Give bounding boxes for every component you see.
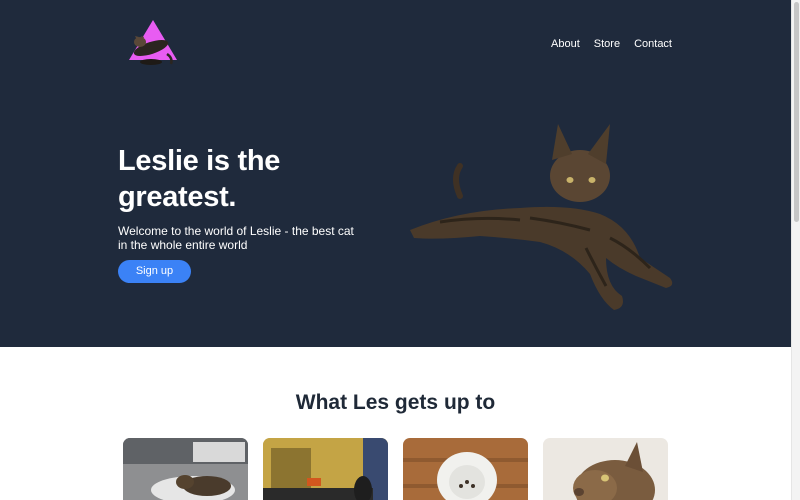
- nav-link-contact[interactable]: Contact: [634, 37, 672, 51]
- top-nav: About Store Contact: [551, 37, 672, 51]
- activity-card-sleeping[interactable]: [123, 438, 248, 500]
- hero-section: About Store Contact Leslie is the greate…: [0, 0, 791, 347]
- activity-card-window[interactable]: [263, 438, 388, 500]
- section-title: What Les gets up to: [295, 391, 496, 414]
- nav-link-about[interactable]: About: [551, 37, 580, 51]
- scrollbar-thumb[interactable]: [794, 2, 799, 222]
- sign-up-button[interactable]: Sign up: [118, 260, 191, 283]
- activity-card-portrait[interactable]: [543, 438, 668, 500]
- hero-subtitle: Welcome to the world of Leslie - the bes…: [118, 224, 354, 252]
- page-scrollbar[interactable]: [791, 0, 800, 500]
- activity-card-food[interactable]: [403, 438, 528, 500]
- logo-icon[interactable]: [127, 18, 179, 70]
- hero-cat-image: [400, 118, 680, 318]
- nav-link-store[interactable]: Store: [594, 37, 620, 51]
- hero-title: Leslie is the greatest.: [118, 145, 281, 213]
